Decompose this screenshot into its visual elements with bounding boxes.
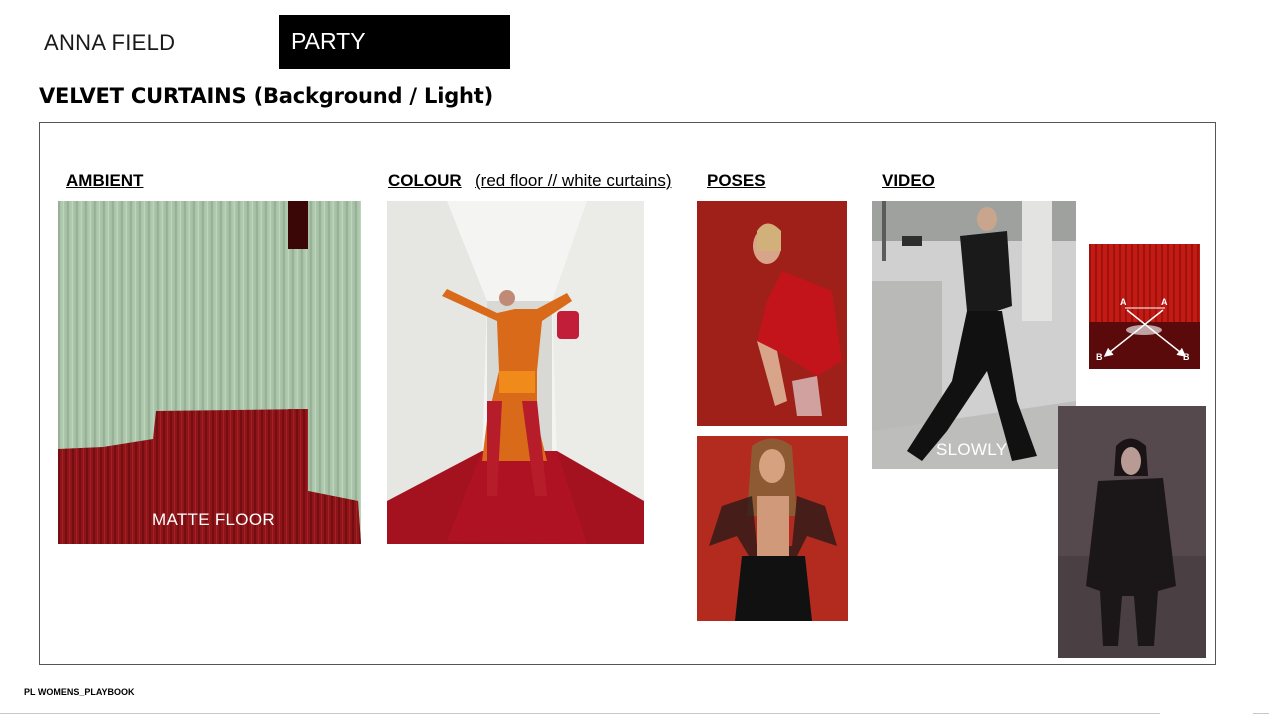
diagram-label-b-right: B	[1183, 352, 1190, 362]
dark-coat-image	[1058, 406, 1206, 658]
category-tag-label: PARTY	[291, 28, 366, 54]
video-walking-image	[872, 201, 1076, 469]
caption-matte-floor: MATTE FLOOR	[152, 510, 275, 529]
bottom-divider	[0, 713, 1160, 714]
pose-image-crouching	[697, 201, 847, 426]
diagram-label-b-left: B	[1096, 352, 1103, 362]
heading-colour: COLOUR	[388, 171, 462, 190]
diagram-label-a-right: A	[1161, 297, 1168, 307]
diagram-label-a-left: A	[1120, 297, 1127, 307]
brand-name: ANNA FIELD	[44, 30, 176, 55]
heading-colour-note: (red floor // white curtains)	[475, 171, 672, 190]
movement-diagram-image	[1089, 244, 1200, 369]
heading-video: VIDEO	[882, 171, 935, 190]
ambient-curtain-image	[58, 201, 361, 544]
bottom-divider-right	[1253, 713, 1269, 714]
pose-image-standing	[697, 436, 848, 621]
caption-slowly: SLOWLY	[936, 440, 1008, 459]
heading-ambient: AMBIENT	[66, 171, 144, 190]
footer-playbook-label: PL WOMENS_PLAYBOOK	[24, 687, 135, 697]
colour-corridor-image	[387, 201, 644, 544]
section-title: VELVET CURTAINS (Background / Light)	[39, 84, 494, 108]
heading-poses: POSES	[707, 171, 766, 190]
